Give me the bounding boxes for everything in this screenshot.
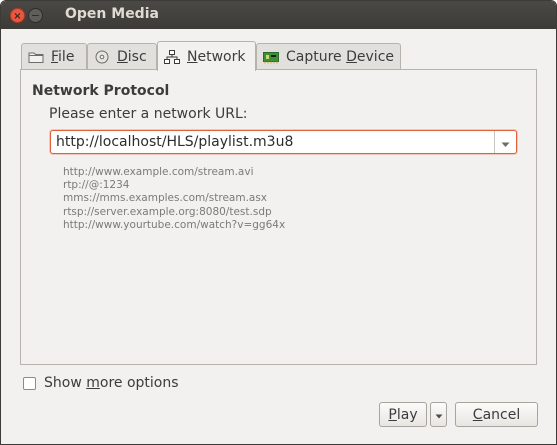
example-url: rtp://@:1234 xyxy=(63,179,130,192)
title-bar: × Open Media xyxy=(1,1,556,29)
url-input[interactable] xyxy=(56,133,486,151)
example-url: mms://mms.examples.com/stream.asx xyxy=(63,192,268,205)
tab-capture-device[interactable]: Capture Device xyxy=(256,43,401,69)
tab-capture-device-label: Capture Device xyxy=(286,48,395,65)
folder-icon xyxy=(28,50,44,64)
play-options-dropdown-button[interactable] xyxy=(430,402,447,427)
show-more-options-checkbox[interactable] xyxy=(23,376,36,390)
url-combobox[interactable] xyxy=(50,130,517,154)
tab-network[interactable]: Network xyxy=(157,41,256,71)
example-url: rtsp://server.example.org:8080/test.sdp xyxy=(63,205,272,218)
show-more-options-label: Show more options xyxy=(44,375,179,391)
open-media-dialog: × Open Media File Disc Network Capture D… xyxy=(0,0,557,445)
close-window-button[interactable]: × xyxy=(10,8,25,23)
cancel-button[interactable]: Cancel xyxy=(455,402,538,427)
network-icon xyxy=(164,49,180,64)
tab-file-label: File xyxy=(51,48,75,65)
minimize-icon xyxy=(32,14,39,16)
url-dropdown-button[interactable] xyxy=(494,131,516,153)
close-icon: × xyxy=(13,11,22,22)
window-title: Open Media xyxy=(65,6,159,22)
tab-file[interactable]: File xyxy=(21,43,87,69)
chevron-down-icon xyxy=(435,407,443,423)
chevron-down-icon xyxy=(501,133,510,152)
network-panel: Network Protocol Please enter a network … xyxy=(20,69,537,365)
cancel-button-label: Cancel xyxy=(472,406,521,423)
minimize-window-button[interactable] xyxy=(28,8,43,23)
url-examples: http://www.example.com/stream.avi rtp://… xyxy=(63,166,285,232)
example-url: http://www.example.com/stream.avi xyxy=(63,166,254,178)
tab-network-label: Network xyxy=(187,48,246,65)
play-button-label: Play xyxy=(388,406,418,423)
example-url: http://www.yourtube.com/watch?v=gg64x xyxy=(63,218,286,231)
play-button[interactable]: Play xyxy=(379,402,427,427)
tab-disc-label: Disc xyxy=(117,48,147,65)
section-title: Network Protocol xyxy=(32,83,170,99)
disc-icon xyxy=(94,50,110,64)
capture-card-icon xyxy=(263,50,279,64)
tab-disc[interactable]: Disc xyxy=(87,43,157,69)
show-more-options[interactable]: Show more options xyxy=(23,375,179,391)
url-prompt-label: Please enter a network URL: xyxy=(49,106,248,122)
